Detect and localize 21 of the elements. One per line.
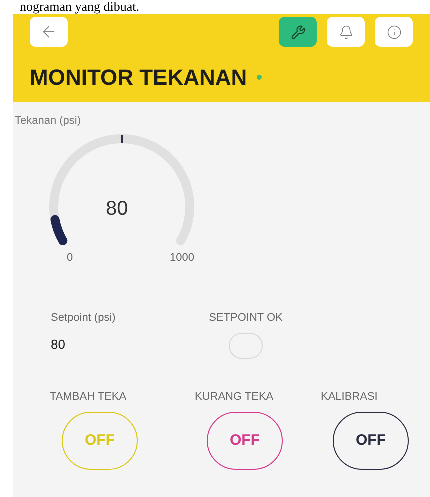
gauge-max-label: 1000 — [170, 251, 194, 266]
setpoint-value: 80 — [51, 336, 66, 354]
settings-button[interactable] — [279, 17, 317, 47]
document-text: nograman yang dibuat. — [19, 0, 140, 14]
switch-label: TAMBAH TEKA — [50, 390, 128, 404]
switch-button[interactable]: OFF — [207, 412, 283, 470]
gauge-label: Tekanan (psi) — [15, 115, 82, 127]
wrench-icon — [290, 24, 306, 40]
gauge-value: 80 — [106, 197, 128, 222]
info-icon — [386, 24, 402, 40]
info-button[interactable] — [375, 17, 413, 47]
notifications-button[interactable] — [327, 17, 365, 47]
back-button[interactable] — [30, 17, 68, 47]
bell-icon — [338, 24, 354, 40]
setpoint-label: Setpoint (psi) — [51, 311, 117, 326]
switch-label: KURANG TEKA — [195, 390, 275, 404]
led-label: SETPOINT OK — [209, 311, 283, 326]
switch-label: KALIBRASI — [321, 390, 379, 404]
gauge-min-label: 0 — [67, 251, 74, 266]
switch-button[interactable]: OFF — [333, 412, 409, 470]
dashboard-title: MONITOR TEKANAN — [30, 64, 248, 92]
